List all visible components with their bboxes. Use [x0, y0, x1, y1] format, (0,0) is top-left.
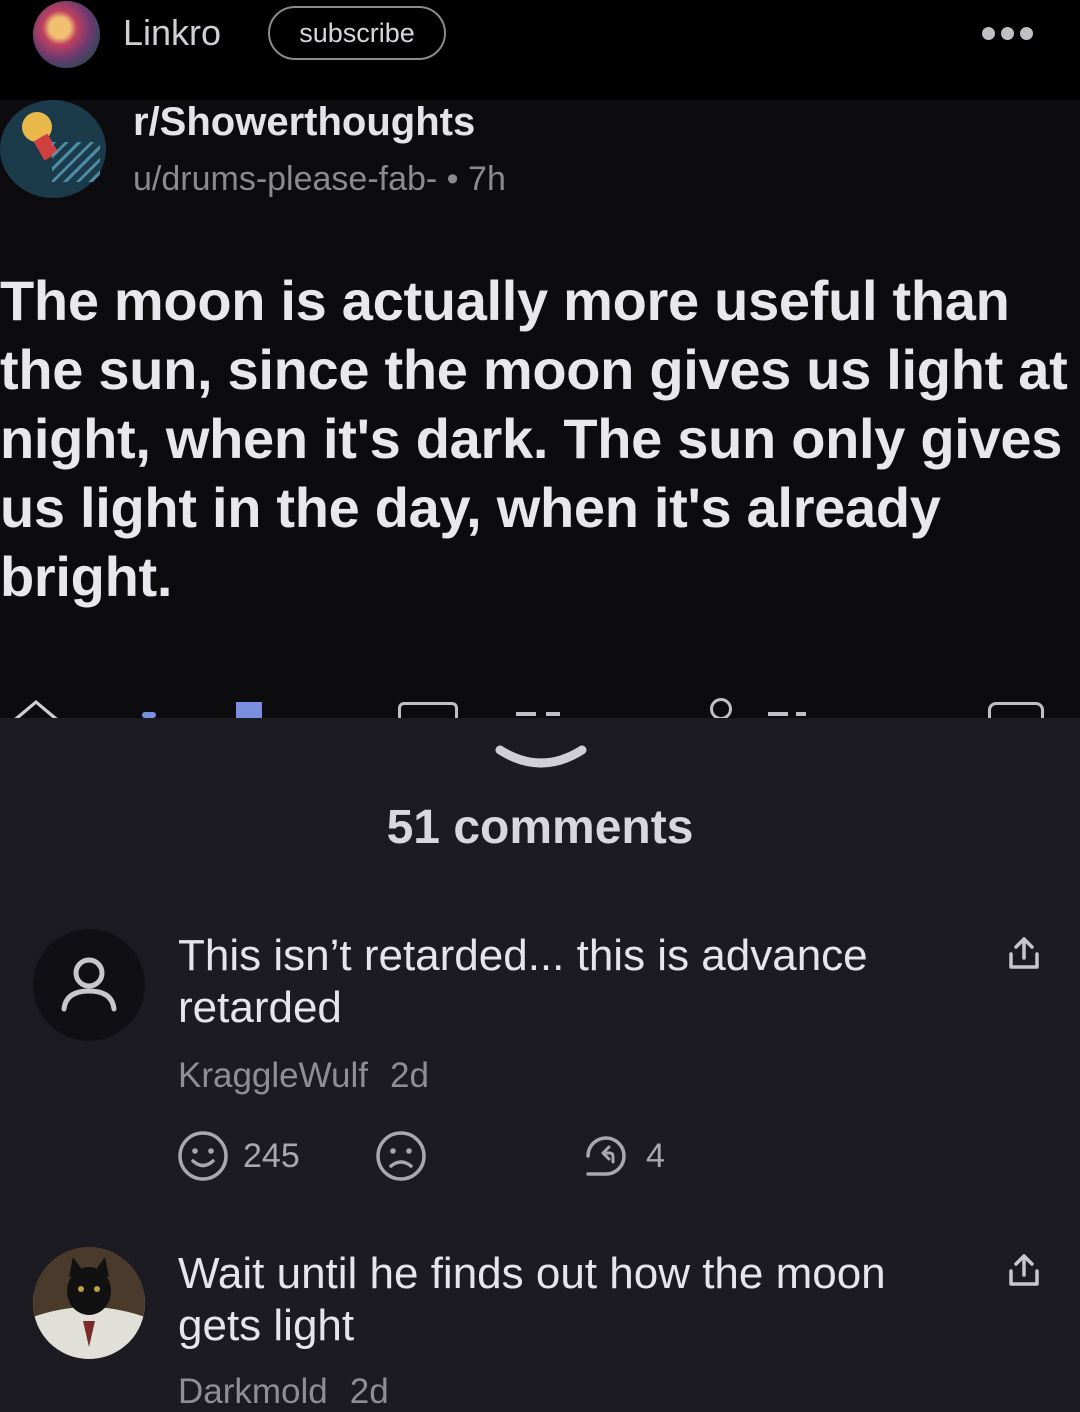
- more-horizontal-icon[interactable]: [982, 22, 1038, 44]
- comment-icon: [398, 702, 458, 718]
- like-count: 245: [243, 1136, 300, 1175]
- reply-icon: [586, 1136, 626, 1176]
- comment-meta: KraggleWulf 2d: [178, 1056, 429, 1096]
- chevron-down-icon[interactable]: [494, 742, 588, 772]
- frown-icon: [376, 1131, 426, 1181]
- gift-icon: [988, 702, 1044, 718]
- subreddit-icon: [0, 100, 106, 198]
- user-avatar[interactable]: [33, 1, 100, 68]
- post-screenshot-image: r/Showerthoughts u/drums-please-fab- • 7…: [0, 100, 1080, 718]
- share-icon[interactable]: [1004, 934, 1044, 974]
- subreddit-name: r/Showerthoughts: [133, 100, 476, 144]
- comment-author[interactable]: Darkmold: [178, 1372, 328, 1411]
- avatar[interactable]: [33, 929, 145, 1041]
- subscribe-button[interactable]: subscribe: [268, 6, 446, 60]
- reply-button[interactable]: 4: [580, 1129, 665, 1183]
- top-bar: Linkro subscribe: [0, 0, 1080, 100]
- post-text: The moon is actually more useful than th…: [0, 269, 1068, 608]
- share-icon[interactable]: [1004, 1251, 1044, 1291]
- cat-avatar-image: [33, 1247, 145, 1359]
- comment-author[interactable]: KraggleWulf: [178, 1056, 368, 1095]
- dislike-button[interactable]: [375, 1129, 427, 1183]
- comment-meta: Darkmold 2d: [178, 1372, 389, 1412]
- comments-count-title: 51 comments: [386, 801, 694, 854]
- user-placeholder-icon: [61, 957, 117, 1012]
- smile-icon: [178, 1131, 228, 1181]
- post-meta: u/drums-please-fab- • 7h: [133, 160, 506, 198]
- cropped-action-bar: [0, 698, 1080, 718]
- upvote-icon: [12, 700, 60, 718]
- award-icon: [710, 698, 732, 718]
- comment-time: 2d: [390, 1056, 429, 1095]
- reply-count: 4: [646, 1136, 665, 1175]
- comment-time: 2d: [349, 1372, 389, 1411]
- username[interactable]: Linkro: [123, 12, 221, 54]
- avatar[interactable]: [33, 1247, 145, 1359]
- comment-text: This isn’t retarded... this is advance r…: [178, 931, 868, 1032]
- like-button[interactable]: 245: [177, 1129, 300, 1183]
- comment-text: Wait until he finds out how the moon get…: [178, 1249, 886, 1350]
